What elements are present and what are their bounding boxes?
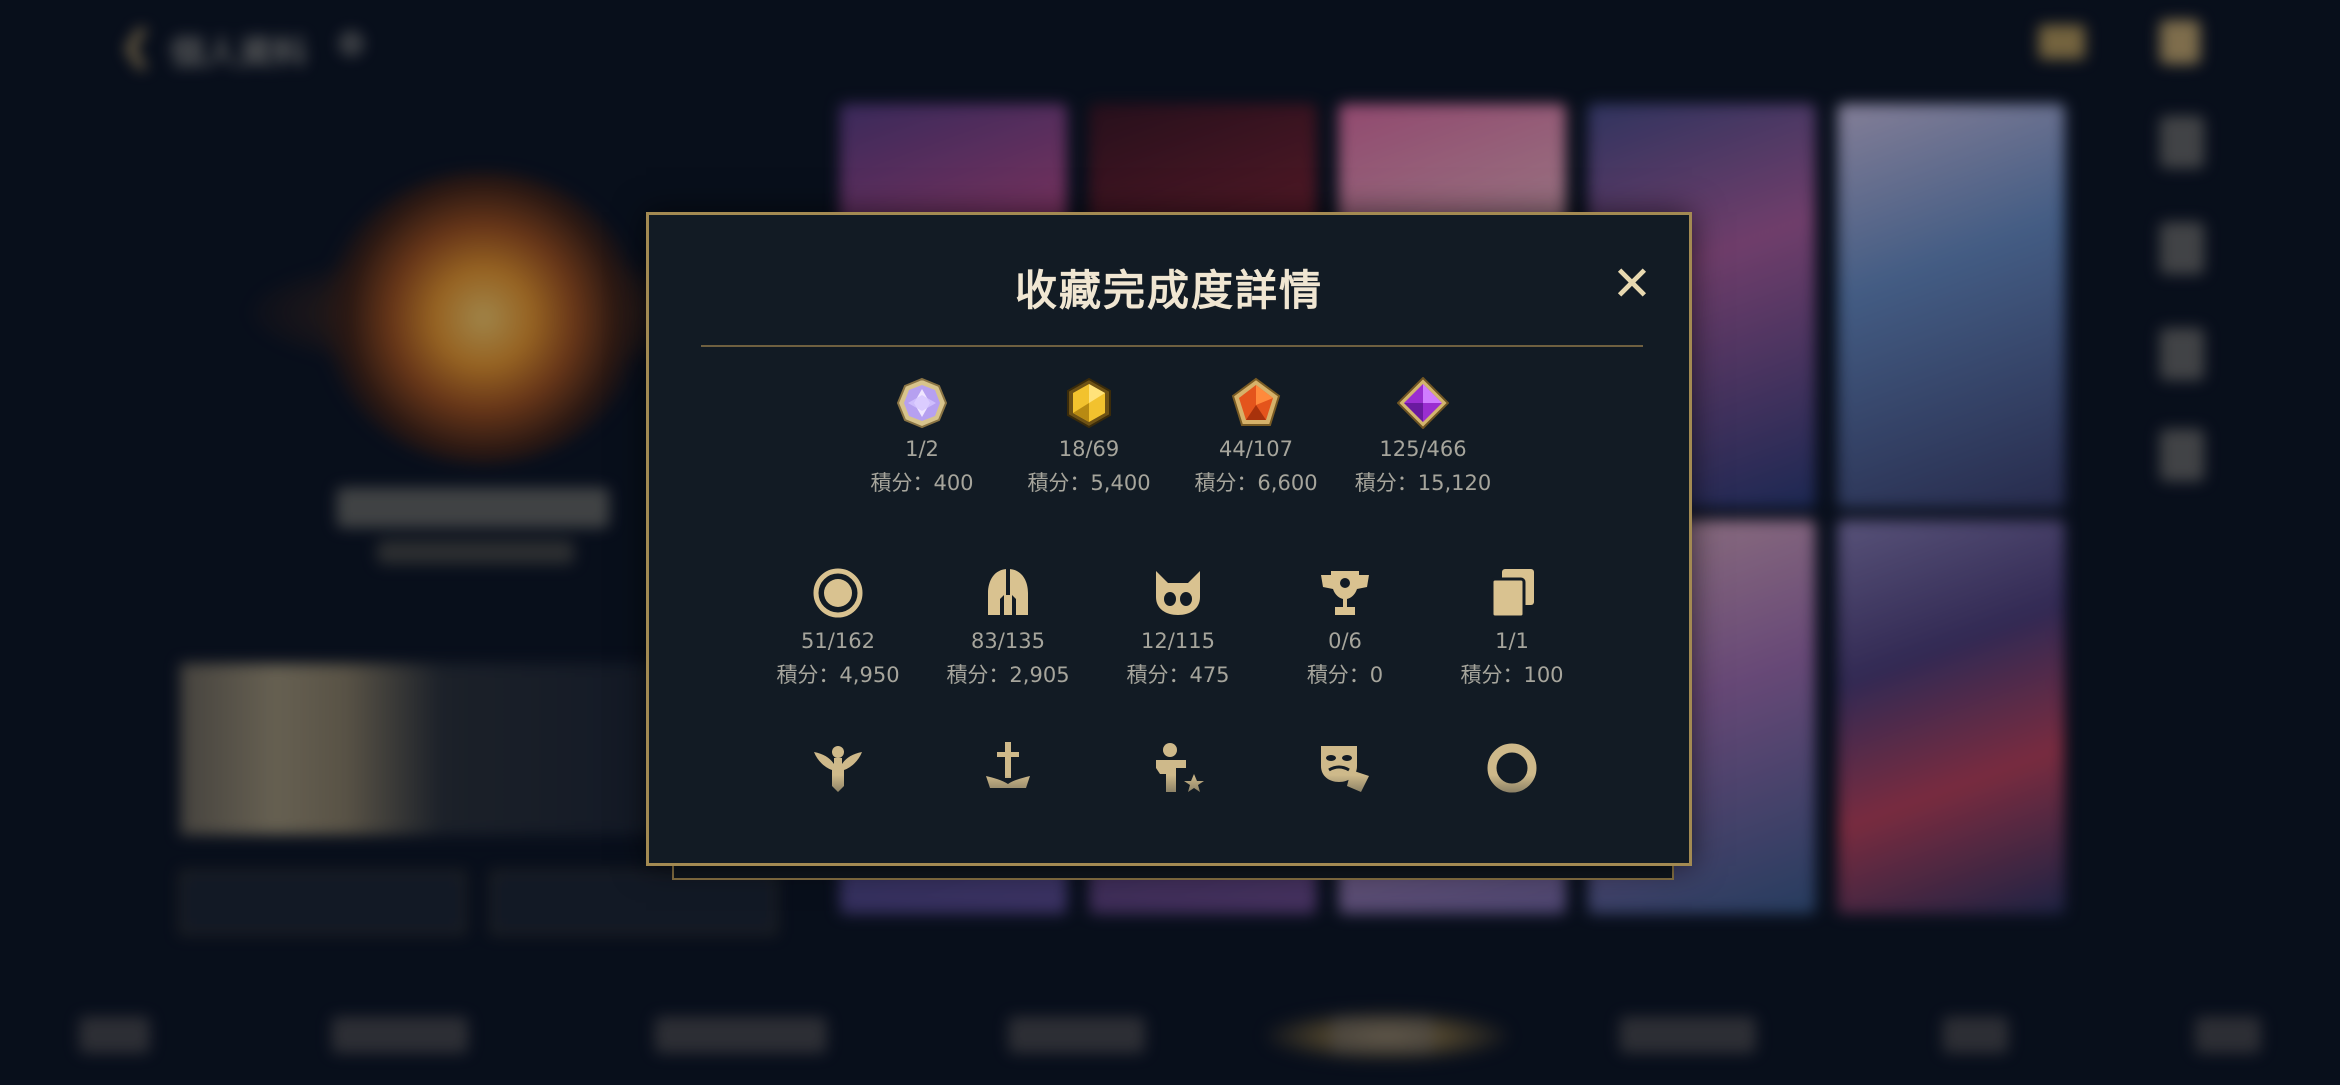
collection-details-modal: 收藏完成度詳情 ✕ 1/2 積分：400 18/69 積分：5,400 44/1… xyxy=(646,212,1692,866)
rarity-count: 1/2 xyxy=(905,437,939,461)
ring-icon xyxy=(810,565,866,621)
rarity-stat-mythic: 125/466 積分：15,120 xyxy=(1333,376,1513,497)
cards-icon xyxy=(1484,565,1540,621)
modal-title: 收藏完成度詳情 xyxy=(1014,266,1323,315)
category-stat-cards: 1/1 積分：100 xyxy=(1422,565,1602,689)
rarity-count: 18/69 xyxy=(1058,437,1120,461)
category-stat-champions: 83/135 積分：2,905 xyxy=(918,565,1098,689)
poro-icon xyxy=(1150,565,1206,621)
title-divider xyxy=(701,345,1643,347)
close-button[interactable]: ✕ xyxy=(1607,259,1657,309)
category-points: 積分：2,905 xyxy=(946,663,1070,687)
category-points: 積分：475 xyxy=(1126,663,1230,687)
violet-gem-icon xyxy=(1396,376,1450,430)
scroll-fade xyxy=(649,775,1689,845)
rarity-points: 積分：5,400 xyxy=(1027,471,1151,495)
category-points: 積分：4,950 xyxy=(776,663,900,687)
rarity-points: 積分：400 xyxy=(870,471,974,495)
category-points: 積分：100 xyxy=(1460,663,1564,687)
modal-footer-trim xyxy=(672,866,1674,880)
rarity-stat-ultimate: 1/2 積分：400 xyxy=(832,377,1012,497)
category-count: 1/1 xyxy=(1495,629,1529,653)
category-count: 51/162 xyxy=(801,629,875,653)
category-count: 12/115 xyxy=(1141,629,1215,653)
rarity-stat-epic: 44/107 積分：6,600 xyxy=(1166,377,1346,497)
category-stat-trophy: 0/6 積分：0 xyxy=(1255,565,1435,689)
rarity-count: 125/466 xyxy=(1379,437,1467,461)
category-points: 積分：0 xyxy=(1306,663,1384,687)
rarity-points: 積分：15,120 xyxy=(1354,471,1492,495)
category-count: 0/6 xyxy=(1328,629,1362,653)
trophy-icon xyxy=(1317,565,1373,621)
category-stat-poro: 12/115 積分：475 xyxy=(1088,565,1268,689)
rarity-count: 44/107 xyxy=(1219,437,1293,461)
orange-gem-icon xyxy=(1230,377,1282,429)
rarity-stat-legendary: 18/69 積分：5,400 xyxy=(999,377,1179,497)
helmet-icon xyxy=(980,565,1036,621)
category-stat-ring: 51/162 積分：4,950 xyxy=(748,565,928,689)
purple-crystal-gem-icon xyxy=(896,377,948,429)
rarity-points: 積分：6,600 xyxy=(1194,471,1318,495)
gold-gem-icon xyxy=(1063,377,1115,429)
category-count: 83/135 xyxy=(971,629,1045,653)
